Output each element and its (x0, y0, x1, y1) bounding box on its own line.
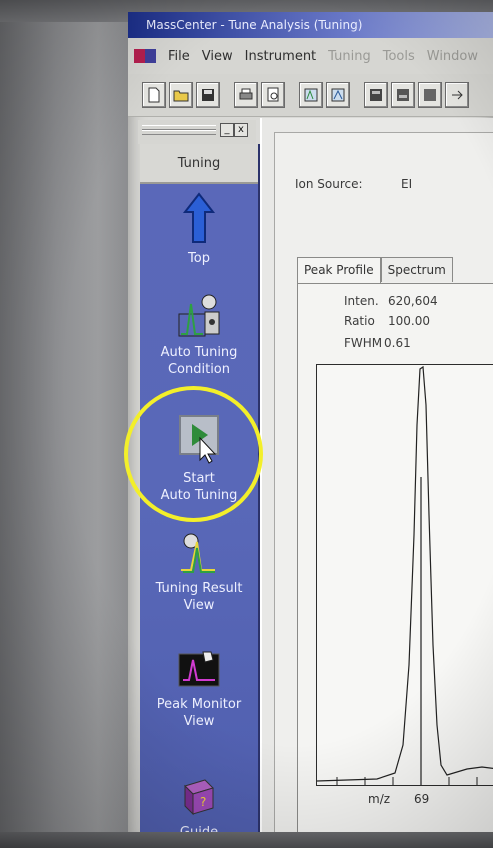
tool-auto-tuning-condition-label-2: Condition (167, 362, 231, 377)
app-icon (134, 49, 156, 63)
main-area: Ion Source: EI Peak Profile Spectrum Int… (260, 118, 493, 848)
mz-label: m/z (368, 792, 391, 806)
peak-plot-svg (316, 365, 493, 785)
open-folder-icon[interactable] (169, 82, 193, 108)
tab-peak-profile[interactable]: Peak Profile (297, 257, 381, 285)
menu-instrument[interactable]: Instrument (239, 49, 323, 64)
menu-tools[interactable]: Tools (377, 49, 421, 64)
tuning-dock-handle[interactable]: _ x (138, 120, 256, 144)
minimize-button[interactable]: _ (220, 123, 234, 137)
tool-peak-monitor-view[interactable]: Peak Monitor View (140, 648, 258, 730)
tune-view-frame: Ion Source: EI Peak Profile Spectrum Int… (274, 132, 493, 848)
tool-tuning-result-view[interactable]: Tuning Result View (140, 532, 258, 614)
new-file-icon[interactable] (142, 82, 166, 108)
menu-tuning[interactable]: Tuning (322, 49, 377, 64)
highlight-circle (124, 386, 263, 522)
up-arrow-icon (182, 192, 216, 243)
inten-value: 620,604 (388, 294, 438, 308)
monitor-bezel-bottom (0, 832, 493, 848)
tool-peak-monitor-view-label-1: Peak Monitor (156, 697, 242, 712)
view-tabs: Peak Profile Spectrum (297, 257, 453, 285)
ratio-label: Ratio (344, 314, 375, 328)
grip-line (142, 130, 216, 135)
print-preview-icon[interactable] (261, 82, 285, 108)
mz-value: 69 (414, 792, 430, 806)
monitor-bezel-left (0, 0, 140, 848)
close-button[interactable]: x (234, 123, 248, 137)
peak-plot (316, 364, 493, 786)
tab-spectrum[interactable]: Spectrum (380, 257, 453, 282)
svg-text:?: ? (200, 795, 206, 809)
toolbar (128, 74, 493, 117)
peak-profile-panel: Inten. 620,604 Ratio 100.00 FWHM 0.61 m/… (297, 283, 493, 837)
tuning-result-icon (181, 533, 215, 573)
ion-source-label: Ion Source: (295, 177, 363, 191)
ion-source-value: EI (401, 177, 413, 191)
arrow-icon[interactable] (445, 82, 469, 108)
tune-a-icon[interactable] (299, 82, 323, 108)
menubar: File View Instrument Tuning Tools Window (128, 38, 493, 74)
fwhm-label: FWHM (344, 336, 383, 350)
fwhm-value: 0.61 (384, 336, 411, 350)
tool-top-label: Top (188, 251, 210, 266)
layout-b-icon[interactable] (391, 82, 415, 108)
layout-a-icon[interactable] (364, 82, 388, 108)
save-icon[interactable] (196, 82, 220, 108)
peak-profile-curve (316, 365, 493, 782)
window-titlebar: MassCenter - Tune Analysis (Tuning) (128, 12, 493, 38)
ratio-value: 100.00 (388, 314, 430, 328)
layout-c-icon[interactable] (418, 82, 442, 108)
menu-window[interactable]: Window (421, 49, 484, 64)
tool-auto-tuning-condition-label-1: Auto Tuning (160, 345, 238, 360)
tool-top[interactable]: Top (140, 192, 258, 267)
tune-b-icon[interactable] (326, 82, 350, 108)
tool-tuning-result-view-label-2: View (183, 598, 215, 613)
menu-view[interactable]: View (196, 49, 239, 64)
tool-tuning-result-view-label-1: Tuning Result (155, 581, 243, 596)
inten-label: Inten. (344, 294, 379, 308)
tool-peak-monitor-view-label-2: View (183, 714, 215, 729)
peak-monitor-icon (178, 651, 220, 687)
menu-file[interactable]: File (162, 49, 196, 64)
tool-auto-tuning-condition[interactable]: Auto Tuning Condition (140, 292, 258, 378)
auto-tuning-condition-icon (178, 294, 220, 337)
tuning-panel-header: Tuning (140, 144, 258, 184)
guide-book-icon: ? (184, 779, 214, 816)
x-axis-ticks (336, 777, 478, 785)
print-icon[interactable] (234, 82, 258, 108)
